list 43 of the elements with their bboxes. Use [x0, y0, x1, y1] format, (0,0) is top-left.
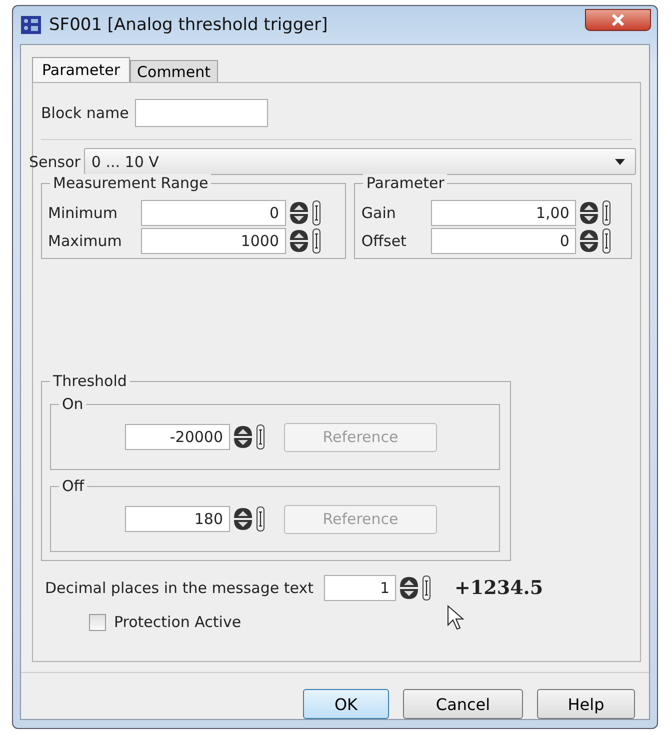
text-cursor-icon[interactable]	[602, 228, 612, 254]
group-title: Measurement Range	[50, 174, 212, 192]
field-label: Gain	[361, 204, 397, 222]
number-field[interactable]: 1	[324, 575, 396, 601]
close-icon	[611, 14, 625, 26]
field-label: Offset	[361, 232, 408, 250]
spin-button[interactable]	[233, 424, 253, 450]
checkbox[interactable]	[89, 614, 106, 630]
preview-value: +1234.5	[454, 577, 544, 599]
block-icon	[21, 16, 41, 34]
spin-button[interactable]	[289, 200, 309, 226]
number-field[interactable]: 1,00	[431, 200, 576, 226]
number-field[interactable]: 0	[431, 228, 576, 254]
field-label: Decimal places in the message text	[45, 579, 314, 597]
dialog-button[interactable]: OK	[303, 689, 389, 719]
window-title: SF001 [Analog threshold trigger]	[49, 15, 328, 35]
spin-button[interactable]	[579, 228, 600, 254]
spin-button[interactable]	[399, 575, 420, 601]
checkbox-label: Protection Active	[114, 613, 242, 631]
text-cursor-icon[interactable]	[602, 200, 612, 226]
spin-button[interactable]	[289, 228, 309, 254]
field-label: Maximum	[48, 232, 123, 250]
text-cursor-icon[interactable]	[312, 200, 321, 226]
field-label: Block name	[41, 104, 129, 122]
dialog-button[interactable]: Help	[537, 689, 635, 719]
field-label: Sensor	[29, 152, 80, 170]
text-cursor-icon[interactable]	[256, 424, 265, 450]
dropdown-arrow-icon	[615, 158, 625, 164]
number-field[interactable]: 0	[141, 200, 286, 226]
field-label: Minimum	[48, 204, 119, 222]
dialog-button[interactable]: Cancel	[403, 689, 523, 719]
sensor-dropdown[interactable]: 0 ... 10 V	[84, 148, 636, 175]
mouse-pointer-icon	[447, 605, 465, 631]
spin-button[interactable]	[579, 200, 600, 226]
block-name-field[interactable]	[134, 99, 268, 127]
tab[interactable]: Comment	[130, 60, 218, 82]
tab[interactable]: Parameter	[32, 57, 130, 82]
text-cursor-icon[interactable]	[256, 506, 265, 532]
text-cursor-icon[interactable]	[422, 575, 432, 601]
number-field[interactable]: 1000	[141, 228, 286, 254]
close-button[interactable]	[585, 9, 651, 31]
spin-button[interactable]	[233, 506, 253, 532]
text-cursor-icon[interactable]	[312, 228, 321, 254]
